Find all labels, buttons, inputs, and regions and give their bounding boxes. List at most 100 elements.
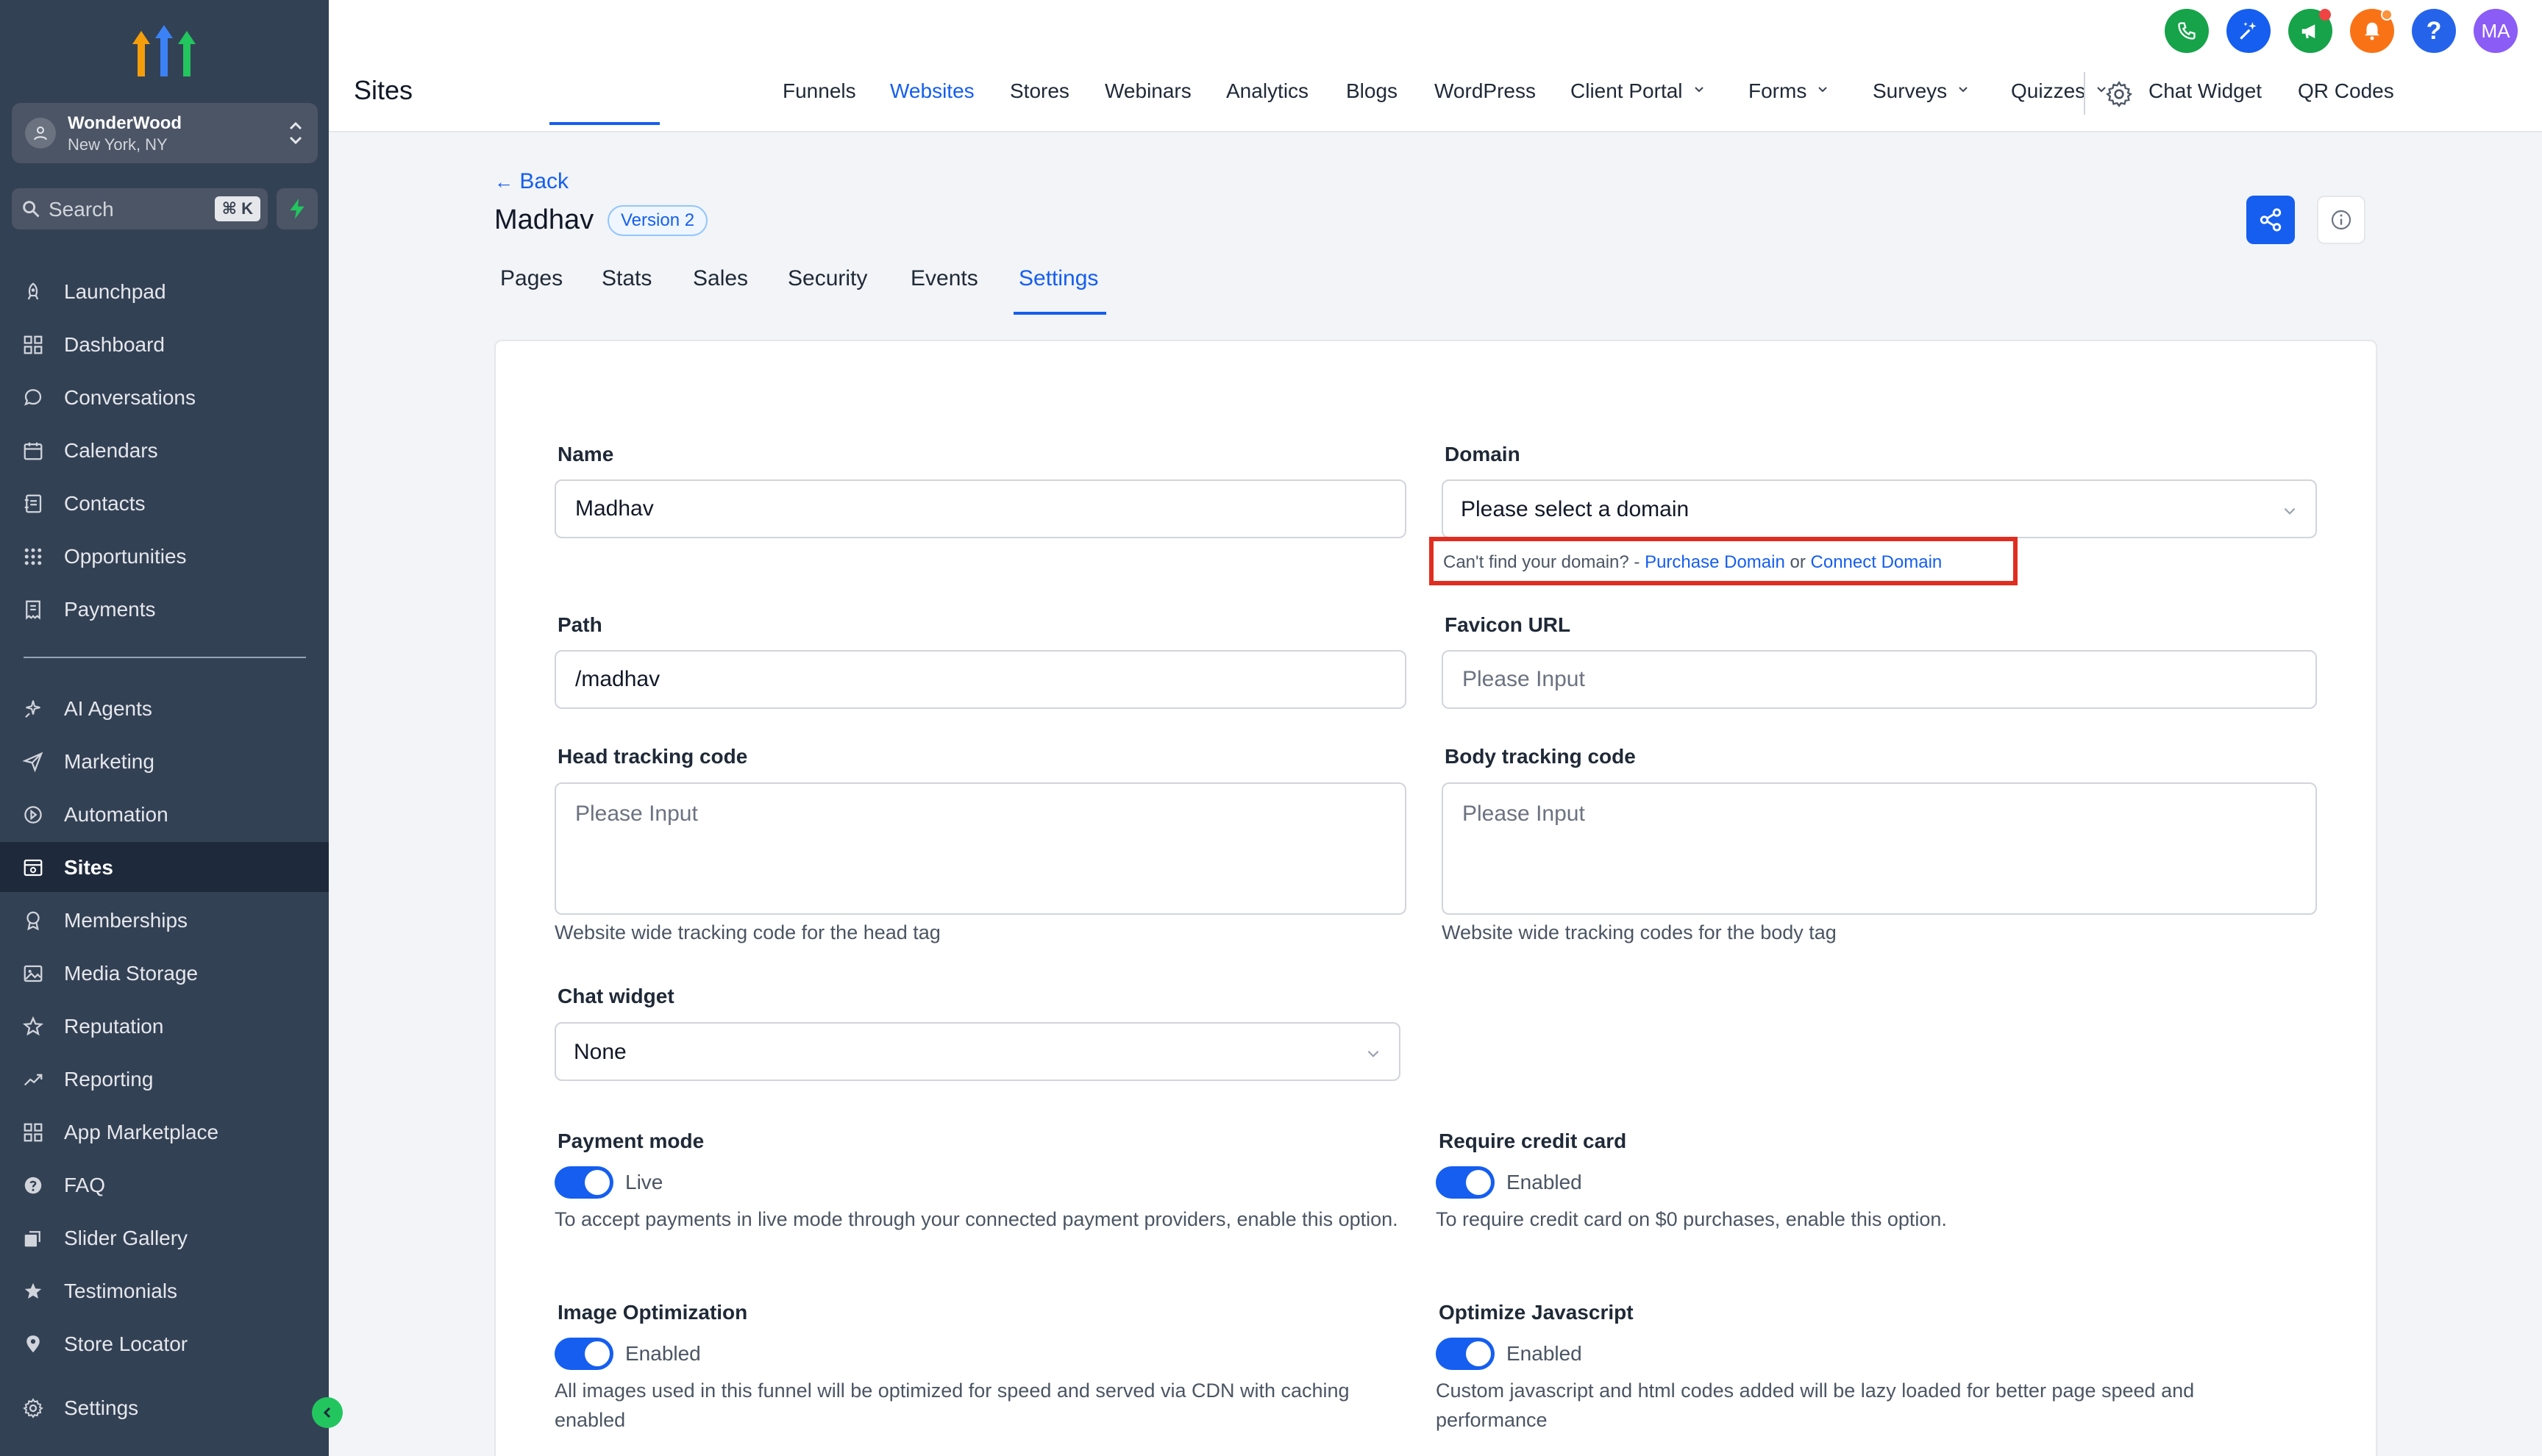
collapse-sidebar-button[interactable] [312, 1397, 343, 1428]
sidebar-item-media-storage[interactable]: Media Storage [0, 948, 329, 998]
phone-icon [2178, 22, 2196, 40]
js-opt-label: Optimize Javascript [1439, 1301, 1634, 1324]
require-card-toggle[interactable] [1436, 1166, 1495, 1199]
payment-mode-toggle[interactable] [555, 1166, 613, 1199]
chevron-down-icon [1818, 86, 1828, 93]
sidebar-item-label: Reputation [64, 1015, 164, 1038]
sidebar-item-faq[interactable]: FAQ [0, 1160, 329, 1210]
tab-stores[interactable]: Stores [1010, 79, 1069, 103]
sidebar-item-testimonials[interactable]: Testimonials [0, 1266, 329, 1316]
tab-surveys[interactable]: Surveys [1873, 79, 1969, 103]
domain-select[interactable]: Please select a domain [1442, 479, 2317, 538]
location-city: New York, NY [68, 135, 168, 154]
body-code-textarea[interactable] [1442, 782, 2317, 915]
connect-domain-link[interactable]: Connect Domain [1811, 552, 1943, 572]
user-avatar[interactable]: MA [2474, 9, 2518, 53]
tab-quizzes[interactable]: Quizzes [2011, 79, 2107, 103]
subtab-sales[interactable]: Sales [693, 266, 748, 291]
sidebar-item-reputation[interactable]: Reputation [0, 1001, 329, 1051]
tab-client-portal[interactable]: Client Portal [1570, 79, 1705, 103]
sidebar-item-marketing[interactable]: Marketing [0, 736, 329, 786]
sidebar-item-label: Testimonials [64, 1280, 178, 1302]
subtab-stats[interactable]: Stats [602, 266, 652, 291]
version-badge: Version 2 [608, 205, 708, 236]
name-input[interactable] [555, 479, 1406, 538]
subtab-security[interactable]: Security [788, 266, 867, 291]
help-button[interactable]: ? [2412, 9, 2456, 53]
tab-blogs[interactable]: Blogs [1346, 79, 1398, 103]
chevron-down-icon [1367, 1050, 1379, 1057]
sidebar-item-app-marketplace[interactable]: App Marketplace [0, 1107, 329, 1157]
subtab-pages[interactable]: Pages [500, 266, 563, 291]
sidebar-item-store-locator[interactable]: Store Locator [0, 1318, 329, 1368]
settings-gear-icon[interactable] [2104, 79, 2134, 109]
tab-label: Websites [890, 79, 975, 102]
image-opt-toggle[interactable] [555, 1338, 613, 1370]
sidebar-item-label: Store Locator [64, 1332, 188, 1355]
chevron-down-icon [1959, 86, 1968, 93]
share-icon [2260, 208, 2282, 232]
gallery-icon [24, 1231, 40, 1247]
back-label: Back [519, 169, 569, 193]
head-code-help: Website wide tracking code for the head … [555, 921, 941, 943]
sidebar-item-ai-agents[interactable]: AI Agents [0, 683, 329, 733]
info-icon [2331, 210, 2351, 230]
subtab-settings[interactable]: Settings [1019, 266, 1098, 291]
question-icon [24, 1177, 42, 1194]
sidebar-item-automation[interactable]: Automation [0, 789, 329, 839]
tab-label: Chat Widget [2148, 79, 2262, 102]
info-button[interactable] [2317, 196, 2365, 244]
calendar-icon [24, 442, 43, 460]
sidebar-item-launchpad[interactable]: Launchpad [0, 266, 329, 316]
tab-funnels[interactable]: Funnels [783, 79, 856, 103]
ai-assistant-button[interactable] [2226, 9, 2271, 53]
body-code-label: Body tracking code [1445, 745, 1636, 768]
js-opt-toggle[interactable] [1436, 1338, 1495, 1370]
subtab-events[interactable]: Events [911, 266, 978, 291]
tab-forms[interactable]: Forms [1748, 79, 1829, 103]
sidebar-item-label: Slider Gallery [64, 1227, 188, 1249]
quick-action-button[interactable] [277, 188, 318, 229]
path-input[interactable] [555, 650, 1406, 709]
chat-widget-select[interactable]: None [555, 1022, 1400, 1081]
tab-websites[interactable]: Websites [890, 79, 975, 103]
head-code-textarea[interactable] [555, 782, 1406, 915]
sidebar-item-opportunities[interactable]: Opportunities [0, 531, 329, 581]
sidebar-item-contacts[interactable]: Contacts [0, 478, 329, 528]
payment-mode-label: Payment mode [558, 1130, 705, 1152]
sidebar-item-label: Launchpad [64, 280, 166, 303]
favicon-url-input[interactable] [1442, 650, 2317, 709]
announcements-button[interactable] [2288, 9, 2332, 53]
location-switcher[interactable]: WonderWood New York, NY [12, 103, 318, 163]
sidebar-item-payments[interactable]: Payments [0, 584, 329, 634]
path-label: Path [558, 613, 602, 636]
tab-webinars[interactable]: Webinars [1105, 79, 1192, 103]
active-tab-indicator [549, 122, 660, 125]
tab-wordpress[interactable]: WordPress [1434, 79, 1536, 103]
tab-label: QR Codes [2298, 79, 2394, 102]
back-link[interactable]: ← Back [494, 169, 569, 194]
sidebar-item-calendars[interactable]: Calendars [0, 425, 329, 475]
share-button[interactable] [2246, 196, 2295, 244]
sidebar-item-settings[interactable]: Settings [0, 1382, 329, 1432]
purchase-domain-link[interactable]: Purchase Domain [1645, 552, 1785, 572]
tab-label: WordPress [1434, 79, 1536, 102]
tab-qr-codes[interactable]: QR Codes [2298, 79, 2394, 103]
sidebar-item-dashboard[interactable]: Dashboard [0, 319, 329, 369]
chat-widget-value: None [574, 1040, 627, 1064]
notifications-button[interactable] [2350, 9, 2394, 53]
search-shortcut: ⌘ K [214, 196, 260, 221]
sidebar-item-reporting[interactable]: Reporting [0, 1054, 329, 1104]
sidebar-search[interactable]: Search ⌘ K [12, 188, 268, 229]
tab-chat-widget[interactable]: Chat Widget [2148, 79, 2262, 103]
sidebar-item-slider-gallery[interactable]: Slider Gallery [0, 1213, 329, 1263]
sidebar-item-sites[interactable]: Sites [0, 842, 329, 892]
chevron-left-icon [323, 1407, 331, 1418]
contacts-icon [24, 494, 42, 513]
location-name: WonderWood [68, 113, 182, 133]
phone-button[interactable] [2165, 9, 2209, 53]
receipt-icon [26, 600, 40, 620]
sidebar-item-conversations[interactable]: Conversations [0, 372, 329, 422]
tab-analytics[interactable]: Analytics [1226, 79, 1309, 103]
sidebar-item-memberships[interactable]: Memberships [0, 895, 329, 945]
